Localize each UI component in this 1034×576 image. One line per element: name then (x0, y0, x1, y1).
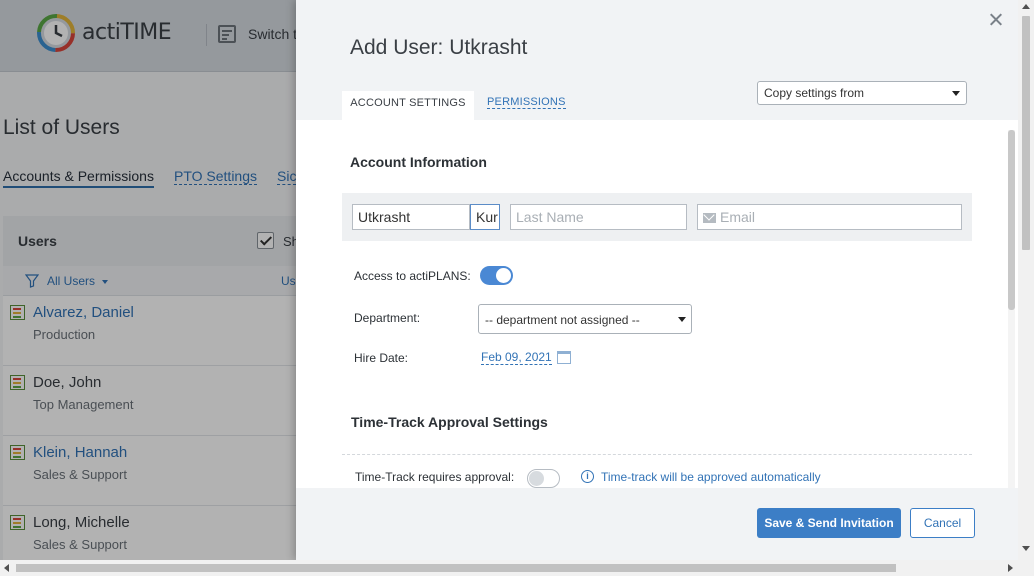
horizontal-scrollbar[interactable] (0, 560, 1034, 576)
email-icon (703, 213, 716, 223)
modal-footer: Save & Send Invitation Cancel (296, 488, 1018, 560)
copy-settings-select[interactable]: Copy settings from (757, 81, 967, 105)
modal-scrollbar[interactable] (1008, 130, 1015, 488)
tab-account-settings[interactable]: ACCOUNT SETTINGS (342, 91, 474, 120)
vertical-scrollbar[interactable] (1018, 0, 1034, 560)
chevron-down-icon (952, 91, 960, 96)
horizontal-scroll-thumb[interactable] (16, 564, 896, 572)
close-icon[interactable] (986, 10, 1006, 30)
scroll-up-icon[interactable] (1022, 4, 1030, 9)
department-value: -- department not assigned -- (485, 313, 640, 327)
approval-toggle[interactable] (527, 469, 560, 488)
approval-info-text: Time-track will be approved automaticall… (601, 470, 821, 484)
calendar-icon[interactable] (557, 351, 571, 364)
scroll-down-icon[interactable] (1022, 546, 1030, 551)
scroll-right-icon[interactable] (1008, 564, 1013, 572)
access-toggle[interactable] (480, 266, 513, 285)
overlay[interactable] (0, 0, 296, 560)
modal-scroll-thumb[interactable] (1008, 130, 1015, 310)
copy-settings-label: Copy settings from (764, 86, 865, 100)
modal-title: Add User: Utkrasht (350, 36, 528, 59)
approval-title: Time-Track Approval Settings (351, 414, 548, 430)
modal-header: Add User: Utkrasht ACCOUNT SETTINGS PERM… (296, 0, 1018, 120)
vertical-scroll-thumb[interactable] (1022, 16, 1030, 250)
first-name-field[interactable]: Utkrasht (352, 204, 470, 230)
cancel-button[interactable]: Cancel (910, 508, 975, 538)
hire-date-label: Hire Date: (354, 351, 409, 365)
department-label: Department: (354, 311, 421, 325)
tab-permissions[interactable]: PERMISSIONS (487, 96, 566, 109)
info-icon: i (581, 470, 594, 483)
chevron-down-icon (678, 317, 686, 322)
account-info-title: Account Information (350, 154, 487, 170)
name-fields-band: Utkrasht Kur Last Name Email (342, 193, 972, 241)
divider (342, 454, 972, 455)
hire-date-value[interactable]: Feb 09, 2021 (481, 350, 552, 365)
save-send-invitation-button[interactable]: Save & Send Invitation (757, 508, 901, 538)
last-name-field[interactable]: Last Name (510, 204, 687, 230)
middle-name-field[interactable]: Kur (470, 204, 500, 230)
email-placeholder: Email (720, 209, 756, 225)
access-label: Access to actiPLANS: (354, 269, 471, 283)
add-user-modal: Add User: Utkrasht ACCOUNT SETTINGS PERM… (296, 0, 1018, 560)
scroll-left-icon[interactable] (4, 564, 9, 572)
approval-label: Time-Track requires approval: (355, 470, 515, 484)
email-field[interactable]: Email (697, 204, 962, 230)
department-select[interactable]: -- department not assigned -- (478, 304, 692, 334)
